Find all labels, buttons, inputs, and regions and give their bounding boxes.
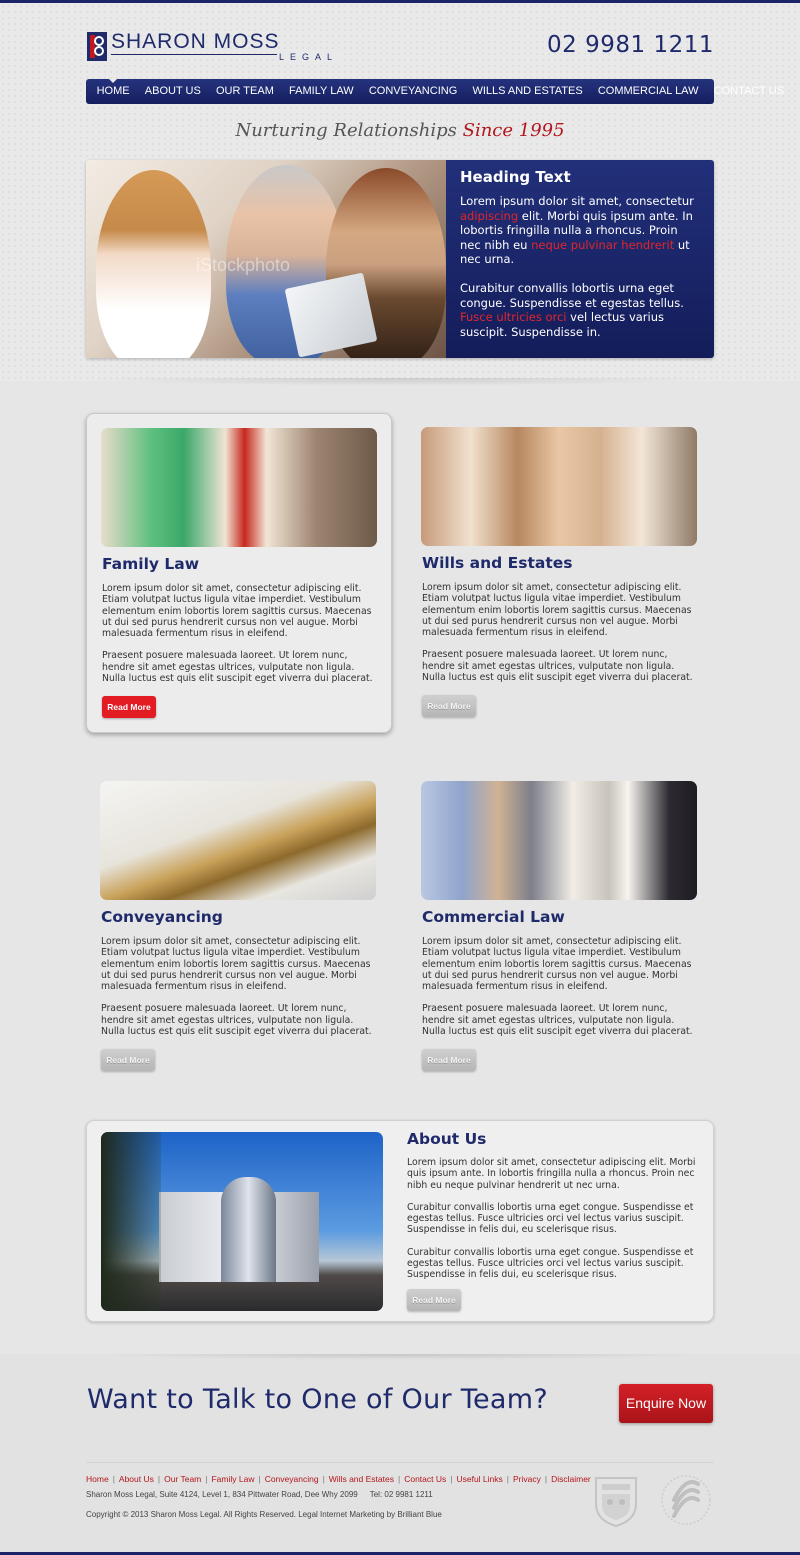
card-title: Commercial Law (422, 908, 565, 926)
footer-link-about-us[interactable]: About Us (119, 1474, 154, 1484)
main-nav: HOME ABOUT US OUR TEAM FAMILY LAW CONVEY… (86, 79, 784, 104)
hero-photo: iStockphoto (86, 160, 446, 358)
card-title: Conveyancing (101, 908, 223, 926)
cta-shadow (86, 1354, 714, 1360)
footer-link-useful-links[interactable]: Useful Links (456, 1474, 502, 1484)
nav-item-wills-and-estates[interactable]: WILLS AND ESTATES (465, 79, 590, 104)
about-body: Lorem ipsum dolor sit amet, consectetur … (407, 1157, 696, 1281)
hero-banner: iStockphoto Heading Text Lorem ipsum dol… (86, 160, 714, 358)
hero-link-2[interactable]: neque pulvinar hendrerit (531, 238, 674, 252)
service-card-conveyancing: Conveyancing Lorem ipsum dolor sit amet,… (86, 767, 392, 1087)
nav-item-contact-us[interactable]: CONTACT US (706, 79, 792, 104)
nav-item-conveyancing[interactable]: CONVEYANCING (361, 79, 465, 104)
footer-copyright: Copyright © 2013 Sharon Moss Legal. All … (86, 1510, 442, 1519)
hero-paragraph-1: Lorem ipsum dolor sit amet, consectetur … (460, 194, 694, 267)
footer-link-disclaimer[interactable]: Disclaimer (551, 1474, 591, 1484)
nav-item-home[interactable]: HOME (89, 79, 137, 104)
wills-estates-photo (421, 427, 697, 546)
hero-paragraph-2: Curabitur convallis lobortis urna eget c… (460, 280, 684, 339)
footer-tel: Tel: 02 9981 1211 (369, 1490, 433, 1499)
footer-address-line: Sharon Moss Legal, Suite 4124, Level 1, … (86, 1490, 433, 1499)
nav-item-our-team[interactable]: OUR TEAM (208, 79, 281, 104)
logo-mark-icon (87, 32, 107, 61)
conveyancing-photo (100, 781, 376, 900)
header-phone[interactable]: 02 9981 1211 (547, 32, 714, 58)
nav-item-about-us[interactable]: ABOUT US (137, 79, 208, 104)
footer-link-conveyancing[interactable]: Conveyancing (265, 1474, 319, 1484)
site-logo[interactable]: SHARON MOSS LEGAL (87, 30, 341, 64)
card-body: Lorem ipsum dolor sit amet, consectetur … (422, 582, 693, 684)
footer-link-privacy[interactable]: Privacy (513, 1474, 541, 1484)
family-law-specialist-seal-icon (661, 1475, 711, 1525)
service-card-commercial-law: Commercial Law Lorem ipsum dolor sit ame… (407, 767, 713, 1087)
footer-link-family-law[interactable]: Family Law (211, 1474, 254, 1484)
footer-link-our-team[interactable]: Our Team (164, 1474, 201, 1484)
law-society-crest-icon (595, 1477, 637, 1528)
hero-watermark: iStockphoto (196, 255, 291, 275)
footer-divider (86, 1462, 714, 1463)
hero-link-1[interactable]: adipiscing (460, 209, 518, 223)
service-card-wills-and-estates: Wills and Estates Lorem ipsum dolor sit … (407, 413, 713, 733)
read-more-button[interactable]: Read More (101, 1049, 155, 1071)
tagline-text: Nurturing Relationships (235, 120, 457, 141)
service-card-family-law: Family Law Lorem ipsum dolor sit amet, c… (86, 413, 392, 733)
read-more-button[interactable]: Read More (102, 696, 156, 718)
hero-link-3[interactable]: Fusce ultricies orci (460, 310, 567, 324)
card-body: Lorem ipsum dolor sit amet, consectetur … (422, 936, 693, 1038)
logo-name: SHARON MOSS (111, 30, 280, 53)
footer-link-wills-and-estates[interactable]: Wills and Estates (329, 1474, 394, 1484)
footer-link-home[interactable]: Home (86, 1474, 109, 1484)
hero-text: Lorem ipsum dolor sit amet, consectetur … (460, 194, 700, 339)
hero-text-panel: Heading Text Lorem ipsum dolor sit amet,… (446, 160, 714, 358)
read-more-button[interactable]: Read More (407, 1289, 461, 1311)
tagline-highlight: Since 1995 (462, 120, 565, 141)
office-building-photo (101, 1132, 383, 1311)
card-body: Lorem ipsum dolor sit amet, consectetur … (102, 583, 373, 685)
footer-links: Home | About Us | Our Team | Family Law | Convey… (86, 1474, 591, 1484)
logo-subtitle: LEGAL (277, 52, 341, 62)
tagline: Nurturing Relationships Since 1995 (0, 120, 800, 141)
enquire-now-button[interactable]: Enquire Now (619, 1384, 713, 1423)
footer-address: Sharon Moss Legal, Suite 4124, Level 1, … (86, 1490, 358, 1499)
commercial-law-photo (421, 781, 697, 900)
read-more-button[interactable]: Read More (422, 695, 476, 717)
card-title: Wills and Estates (422, 554, 573, 572)
nav-item-family-law[interactable]: FAMILY LAW (281, 79, 361, 104)
cta-heading: Want to Talk to One of Our Team? (87, 1384, 548, 1415)
about-section: About Us Lorem ipsum dolor sit amet, con… (86, 1120, 714, 1322)
card-title: Family Law (102, 555, 200, 573)
family-law-photo (101, 428, 377, 547)
nav-item-commercial-law[interactable]: COMMERCIAL LAW (590, 79, 706, 104)
header-shadow (86, 378, 714, 386)
footer-link-contact-us[interactable]: Contact Us (404, 1474, 446, 1484)
read-more-button[interactable]: Read More (422, 1049, 476, 1071)
hero-heading: Heading Text (460, 168, 571, 186)
card-body: Lorem ipsum dolor sit amet, consectetur … (101, 936, 372, 1038)
about-title: About Us (407, 1130, 487, 1148)
